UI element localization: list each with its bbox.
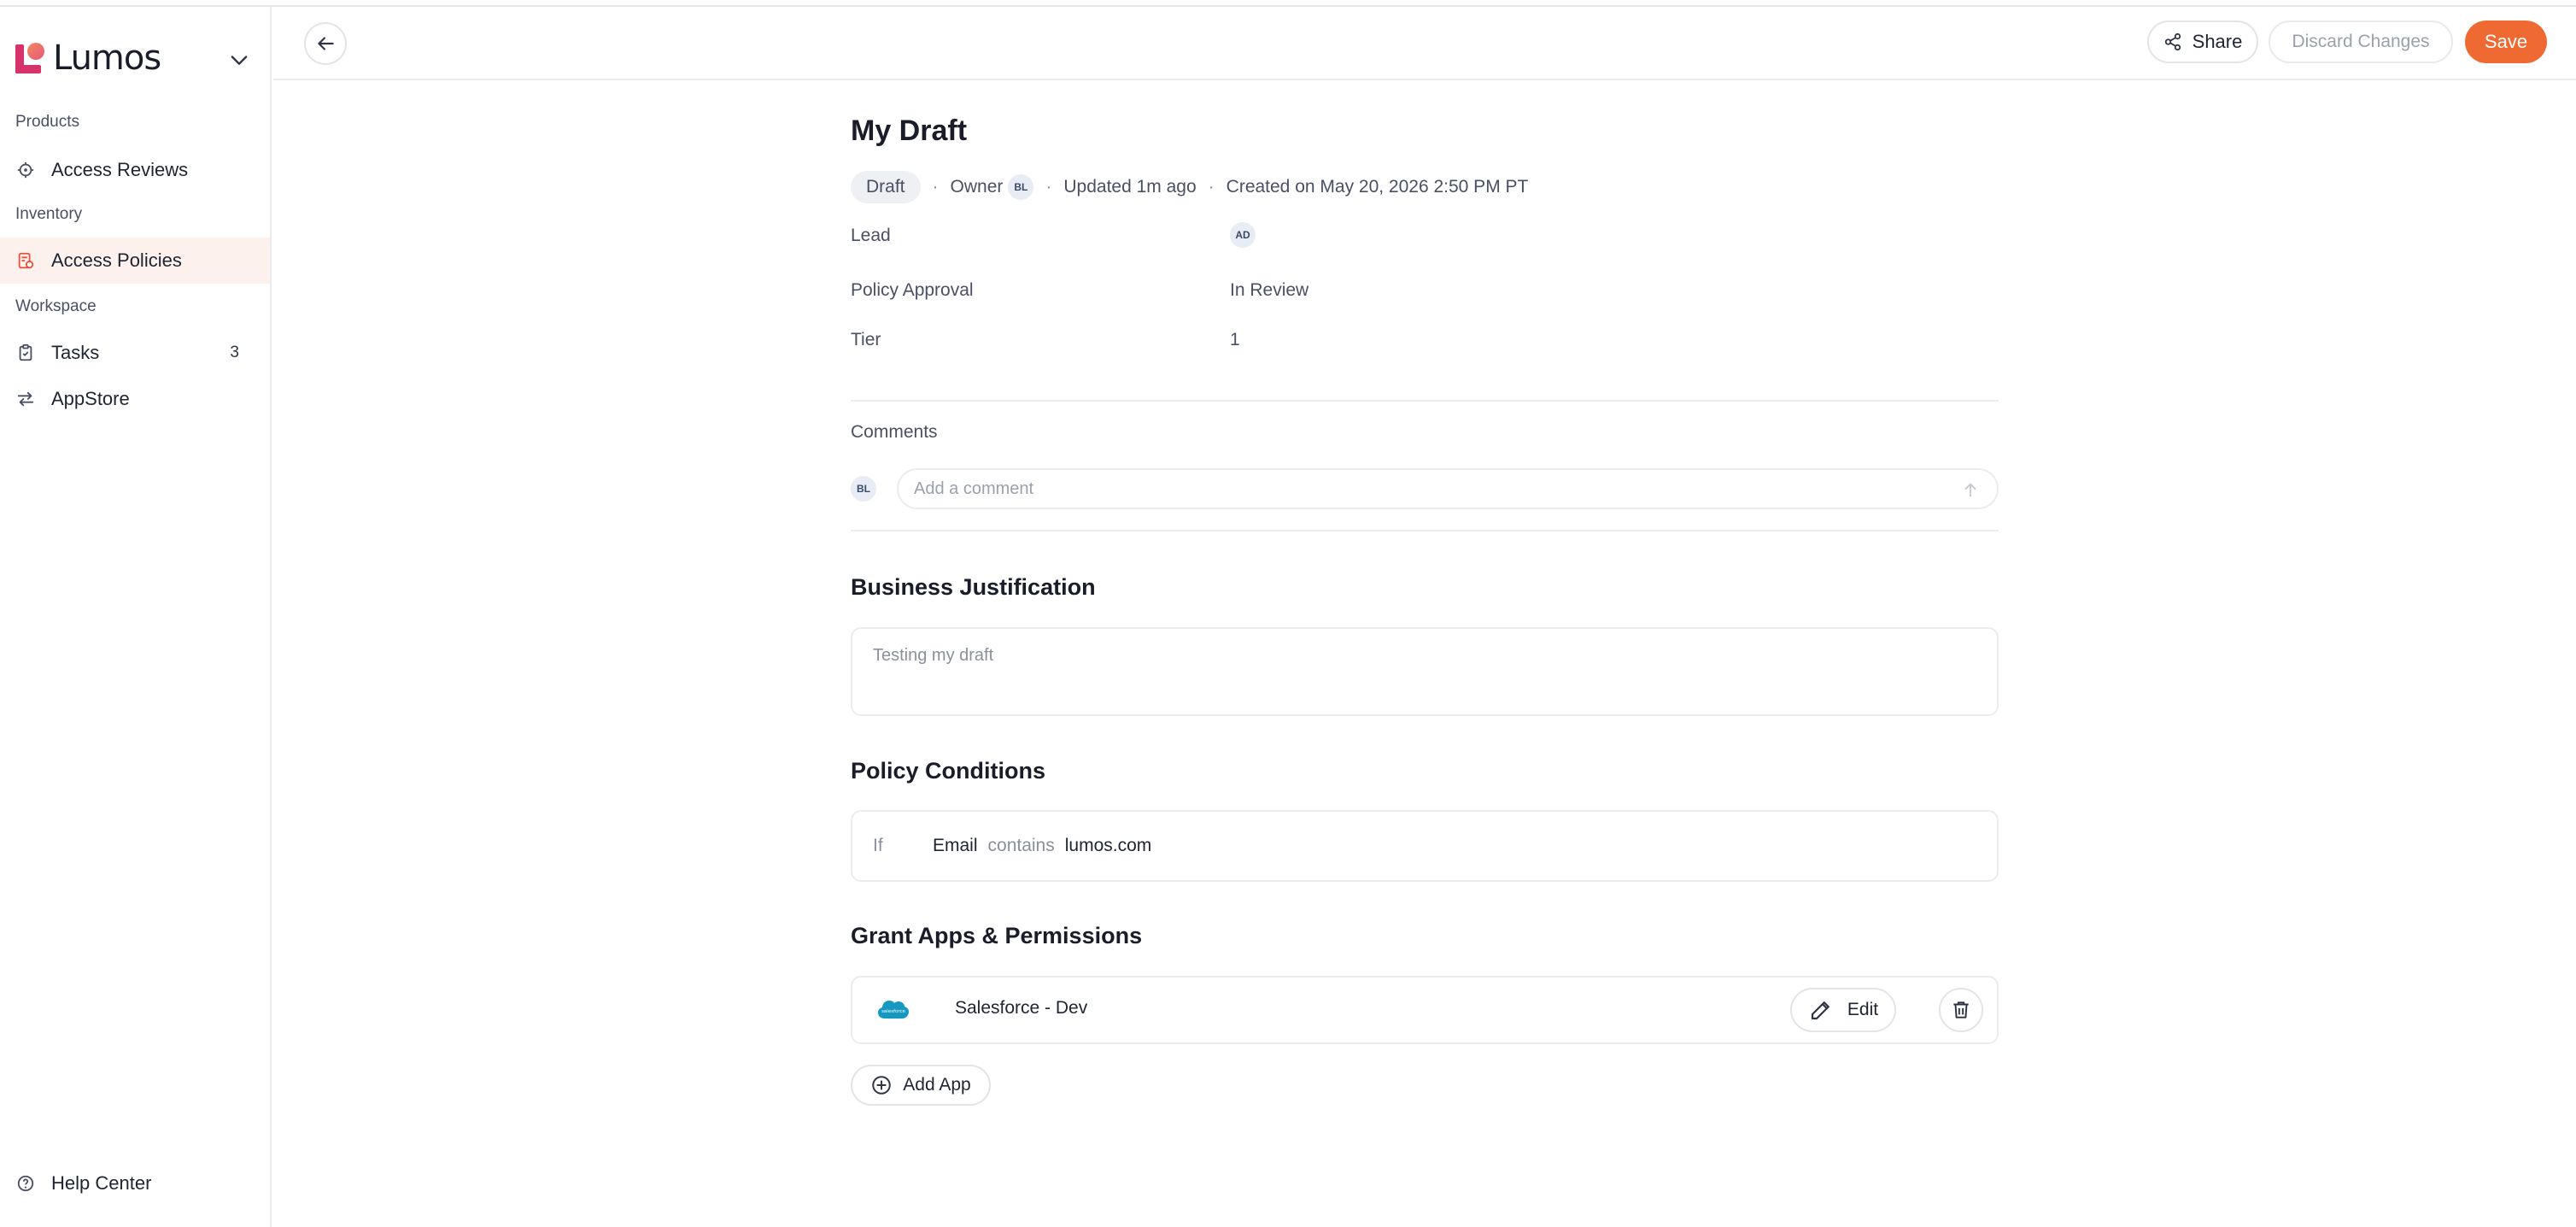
grant-apps-title: Grant Apps & Permissions bbox=[851, 923, 1143, 948]
policy-approval-value[interactable]: In Review bbox=[1230, 280, 1308, 301]
condition-operator[interactable]: contains bbox=[988, 836, 1055, 856]
nav-section-products: Products bbox=[15, 113, 79, 131]
salesforce-logo-icon: salesforce bbox=[876, 996, 910, 1025]
comment-placeholder: Add a comment bbox=[914, 478, 1034, 498]
business-justification-field[interactable]: Testing my draft bbox=[851, 627, 1999, 716]
delete-app-button[interactable] bbox=[1939, 988, 1983, 1032]
condition-field[interactable]: Email bbox=[933, 836, 978, 856]
policy-icon bbox=[15, 250, 36, 271]
target-icon bbox=[15, 160, 36, 180]
arrow-left-icon bbox=[318, 37, 334, 50]
divider bbox=[851, 530, 1999, 531]
save-label: Save bbox=[2484, 31, 2528, 52]
add-app-button[interactable]: Add App bbox=[851, 1065, 991, 1106]
sidebar-item-appstore[interactable]: AppStore bbox=[0, 376, 270, 422]
created-text: Created on May 20, 2026 2:50 PM PT bbox=[1226, 177, 1529, 197]
tasks-count-badge: 3 bbox=[230, 343, 239, 361]
app-grant-row: salesforce Salesforce - Dev Edit bbox=[851, 976, 1999, 1044]
policy-conditions-title: Policy Conditions bbox=[851, 758, 1046, 784]
policy-meta: Draft · Owner BL · Updated 1m ago · Crea… bbox=[851, 171, 1528, 203]
swap-arrows-icon bbox=[15, 389, 36, 409]
sidebar-item-access-reviews[interactable]: Access Reviews bbox=[0, 147, 270, 193]
policy-approval-label: Policy Approval bbox=[851, 280, 974, 300]
back-button[interactable] bbox=[304, 22, 347, 65]
help-circle-icon bbox=[15, 1173, 36, 1194]
discard-label: Discard Changes bbox=[2292, 32, 2430, 51]
share-icon bbox=[2164, 32, 2181, 51]
save-button[interactable]: Save bbox=[2465, 21, 2547, 63]
clipboard-icon bbox=[15, 343, 36, 363]
send-arrow-up-icon[interactable] bbox=[1961, 480, 1980, 504]
divider bbox=[851, 400, 1999, 402]
owner-avatar[interactable]: BL bbox=[1008, 174, 1034, 200]
comments-title: Comments bbox=[851, 422, 938, 442]
nav-section-inventory: Inventory bbox=[15, 205, 83, 223]
chevron-down-icon[interactable] bbox=[227, 48, 251, 72]
discard-changes-button[interactable]: Discard Changes bbox=[2269, 21, 2453, 63]
owner-label: Owner bbox=[950, 177, 1004, 197]
page-title[interactable]: My Draft bbox=[851, 114, 967, 148]
edit-app-button[interactable]: Edit bbox=[1790, 988, 1896, 1032]
lead-avatar: AD bbox=[1230, 222, 1256, 248]
condition-value[interactable]: lumos.com bbox=[1065, 836, 1152, 856]
sidebar-item-label: AppStore bbox=[51, 388, 130, 409]
svg-text:salesforce: salesforce bbox=[881, 1009, 905, 1014]
trash-icon bbox=[1953, 1001, 1969, 1019]
app-name: Salesforce - Dev bbox=[955, 998, 1088, 1018]
brand[interactable]: Lumos bbox=[14, 32, 161, 84]
policy-condition-row[interactable]: If Email contains lumos.com bbox=[851, 810, 1999, 882]
sidebar-item-label: Access Reviews bbox=[51, 159, 189, 180]
add-app-label: Add App bbox=[903, 1075, 971, 1095]
commenter-avatar: BL bbox=[851, 476, 876, 502]
edit-label: Edit bbox=[1847, 1000, 1879, 1019]
nav-section-workspace: Workspace bbox=[15, 297, 97, 315]
window-top-edge bbox=[0, 0, 2576, 7]
lead-value[interactable]: AD bbox=[1230, 222, 1256, 248]
sidebar-item-label: Help Center bbox=[51, 1172, 152, 1194]
sidebar: Lumos Products Access Reviews Inventory … bbox=[0, 7, 272, 1227]
business-justification-text: Testing my draft bbox=[873, 646, 994, 665]
sidebar-item-help-center[interactable]: Help Center bbox=[0, 1160, 270, 1206]
status-badge: Draft bbox=[851, 171, 921, 203]
tier-value[interactable]: 1 bbox=[1230, 330, 1240, 350]
updated-text: Updated 1m ago bbox=[1063, 177, 1197, 197]
share-label: Share bbox=[2192, 31, 2243, 52]
share-button[interactable]: Share bbox=[2147, 21, 2258, 63]
lead-label: Lead bbox=[851, 226, 891, 245]
brand-name: Lumos bbox=[53, 38, 161, 78]
tier-label: Tier bbox=[851, 330, 881, 349]
business-justification-title: Business Justification bbox=[851, 574, 1096, 600]
comment-input[interactable]: Add a comment bbox=[897, 468, 1999, 509]
sidebar-item-tasks[interactable]: Tasks 3 bbox=[0, 330, 270, 376]
sidebar-item-access-policies[interactable]: Access Policies bbox=[0, 238, 270, 284]
sidebar-item-label: Tasks bbox=[51, 342, 100, 363]
pencil-icon bbox=[1811, 1001, 1830, 1020]
lumos-logo-icon bbox=[14, 41, 44, 75]
top-bar: Share Discard Changes Save bbox=[273, 7, 2576, 80]
condition-if-label: If bbox=[873, 836, 883, 855]
plus-circle-icon bbox=[872, 1076, 892, 1095]
sidebar-item-label: Access Policies bbox=[51, 250, 182, 271]
